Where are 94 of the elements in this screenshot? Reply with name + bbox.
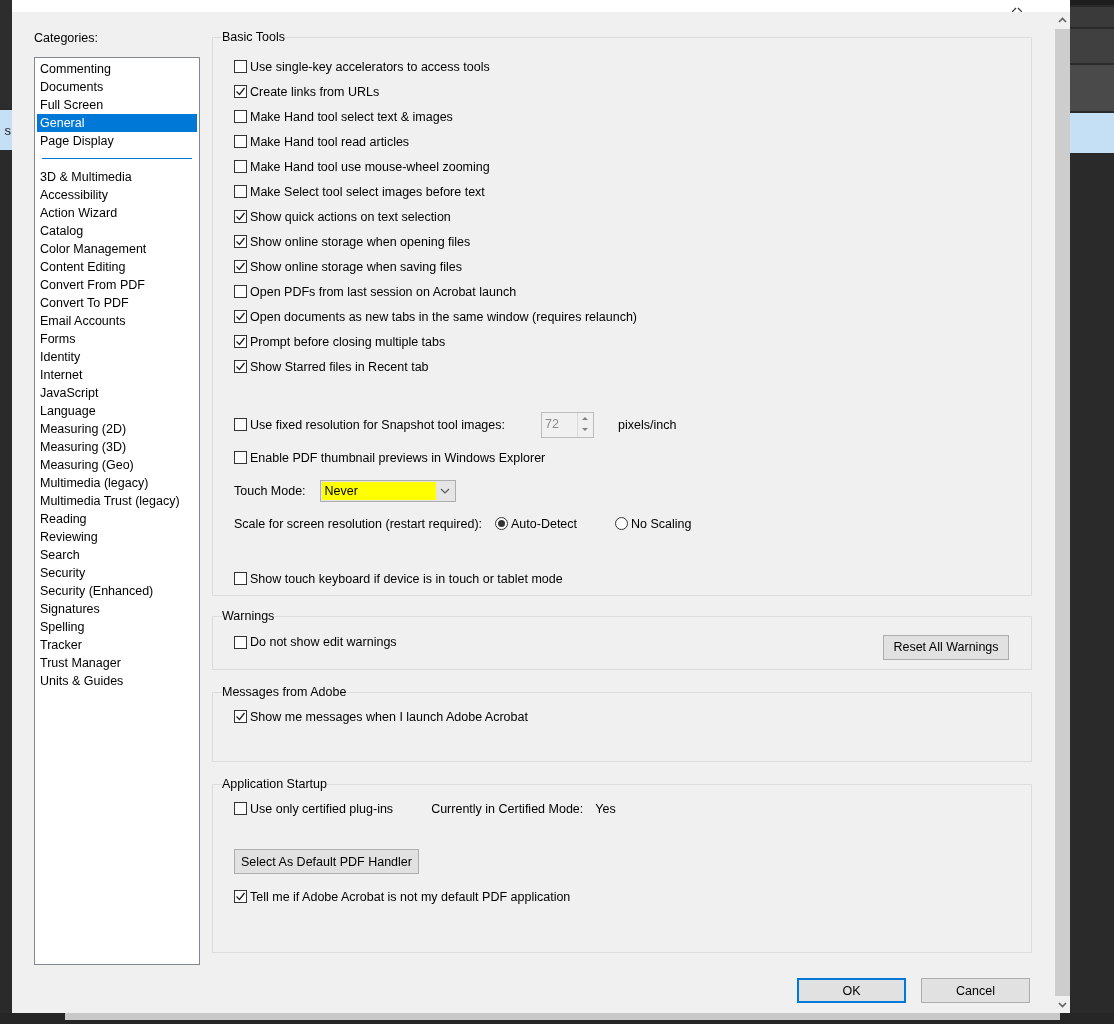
categories-label: Categories: bbox=[34, 31, 99, 47]
touch-mode-label: Touch Mode: bbox=[234, 483, 306, 498]
category-item[interactable]: Email Accounts bbox=[37, 312, 197, 330]
checkbox[interactable] bbox=[234, 135, 247, 148]
checkbox-label: Make Hand tool read articles bbox=[250, 134, 410, 149]
cancel-button[interactable]: Cancel bbox=[921, 978, 1030, 1003]
category-item[interactable]: Full Screen bbox=[37, 96, 197, 114]
category-item[interactable]: Measuring (Geo) bbox=[37, 456, 197, 474]
checkbox-label: Enable PDF thumbnail previews in Windows Explorer bbox=[250, 450, 546, 465]
checkbox-label: Make Hand tool use mouse-wheel zooming bbox=[250, 159, 490, 174]
checkbox-label: Make Select tool select images before text bbox=[250, 184, 485, 199]
reset-warnings-button[interactable]: Reset All Warnings bbox=[883, 634, 1009, 660]
category-item[interactable]: Forms bbox=[37, 330, 197, 348]
checkbox-label: Make Hand tool select text & images bbox=[250, 109, 453, 124]
group-title: Warnings bbox=[222, 609, 275, 623]
category-item[interactable]: Trust Manager bbox=[37, 654, 197, 672]
category-item[interactable]: Search bbox=[37, 546, 197, 564]
certified-mode-label: Currently in Certified Mode: bbox=[431, 801, 584, 816]
unit-label: pixels/inch bbox=[618, 417, 677, 432]
category-item[interactable]: Units & Guides bbox=[37, 672, 197, 690]
certified-mode-value: Yes bbox=[595, 801, 616, 816]
checkbox[interactable] bbox=[234, 802, 247, 815]
radio-button[interactable] bbox=[495, 517, 509, 530]
checkbox[interactable] bbox=[234, 235, 247, 248]
checkbox-label: Open documents as new tabs in the same window (requires relaunch) bbox=[250, 309, 637, 324]
category-item[interactable]: Documents bbox=[37, 78, 197, 96]
checkbox[interactable] bbox=[234, 335, 247, 348]
category-item[interactable]: Multimedia (legacy) bbox=[37, 474, 197, 492]
checkbox-label: Do not show edit warnings bbox=[250, 635, 397, 649]
checkbox-label: Use only certified plug-ins bbox=[250, 801, 394, 816]
category-item[interactable]: Page Display bbox=[37, 132, 197, 150]
category-item[interactable]: Accessibility bbox=[37, 186, 197, 204]
group-title: Basic Tools bbox=[222, 30, 285, 44]
category-item[interactable]: General bbox=[37, 114, 197, 132]
category-item[interactable]: Language bbox=[37, 402, 197, 420]
checkbox[interactable] bbox=[234, 110, 247, 123]
checkbox[interactable] bbox=[234, 360, 247, 373]
checkbox[interactable] bbox=[234, 572, 247, 585]
category-item[interactable]: Identity bbox=[37, 348, 197, 366]
category-item[interactable]: Signatures bbox=[37, 600, 197, 618]
checkbox-label: Show touch keyboard if device is in touch or tablet mode bbox=[250, 571, 563, 586]
checkbox[interactable] bbox=[234, 310, 247, 323]
category-item[interactable]: Security bbox=[37, 564, 197, 582]
checkbox-label: Open PDFs from last session on Acrobat launch bbox=[250, 284, 517, 299]
scale-label: Scale for screen resolution (restart required): bbox=[234, 516, 483, 531]
category-item[interactable]: Reviewing bbox=[37, 528, 197, 546]
touch-mode-dropdown[interactable]: Never bbox=[319, 479, 456, 502]
category-item[interactable]: Convert To PDF bbox=[37, 294, 197, 312]
category-item[interactable]: 3D & Multimedia bbox=[37, 168, 197, 186]
checkbox-label: Prompt before closing multiple tabs bbox=[250, 334, 446, 349]
checkbox[interactable] bbox=[234, 710, 247, 723]
checkbox[interactable] bbox=[234, 85, 247, 98]
checkbox[interactable] bbox=[234, 210, 247, 223]
checkbox[interactable] bbox=[234, 890, 247, 903]
category-item[interactable]: Commenting bbox=[37, 60, 197, 78]
category-item[interactable]: JavaScript bbox=[37, 384, 197, 402]
checkbox-label: Show online storage when opening files bbox=[250, 234, 471, 249]
checkbox-label: Use single-key accelerators to access tools bbox=[250, 59, 490, 74]
checkbox-label: Show online storage when saving files bbox=[250, 259, 462, 274]
checkbox[interactable] bbox=[234, 60, 247, 73]
category-item[interactable]: Measuring (2D) bbox=[37, 420, 197, 438]
category-item[interactable]: Content Editing bbox=[37, 258, 197, 276]
category-item[interactable]: Measuring (3D) bbox=[37, 438, 197, 456]
checkbox-label: Use fixed resolution for Snapshot tool images: bbox=[250, 417, 505, 432]
category-item[interactable]: Reading bbox=[37, 510, 197, 528]
category-item[interactable]: Multimedia Trust (legacy) bbox=[37, 492, 197, 510]
checkbox-label: Tell me if Adobe Acrobat is not my default PDF application bbox=[250, 889, 571, 904]
checkbox[interactable] bbox=[234, 635, 247, 649]
group-title: Application Startup bbox=[222, 777, 327, 791]
category-item[interactable]: Internet bbox=[37, 366, 197, 384]
checkbox-label: Show quick actions on text selection bbox=[250, 209, 451, 224]
checkbox-label: Create links from URLs bbox=[250, 84, 380, 99]
category-item[interactable]: Color Management bbox=[37, 240, 197, 258]
checkbox-label: Show Starred files in Recent tab bbox=[250, 359, 429, 374]
radio-button[interactable] bbox=[615, 517, 629, 530]
category-item[interactable]: Catalog bbox=[37, 222, 197, 240]
checkbox[interactable] bbox=[234, 160, 247, 173]
category-item[interactable]: Convert From PDF bbox=[37, 276, 197, 294]
category-item[interactable]: Security (Enhanced) bbox=[37, 582, 197, 600]
checkbox[interactable] bbox=[234, 451, 247, 464]
checkbox[interactable] bbox=[234, 185, 247, 198]
default-handler-button[interactable]: Select As Default PDF Handler bbox=[234, 849, 419, 874]
close-icon[interactable] bbox=[1012, 6, 1022, 12]
category-item[interactable]: Tracker bbox=[37, 636, 197, 654]
checkbox-label: Show me messages when I launch Adobe Acrobat bbox=[250, 709, 528, 724]
checkbox[interactable] bbox=[234, 285, 247, 298]
ok-button[interactable]: OK bbox=[797, 978, 906, 1003]
group-title: Messages from Adobe bbox=[222, 685, 347, 699]
radio-label: No Scaling bbox=[631, 516, 692, 531]
background-tab-label: s bbox=[4, 122, 12, 138]
category-item[interactable]: Action Wizard bbox=[37, 204, 197, 222]
category-item[interactable]: Spelling bbox=[37, 618, 197, 636]
radio-label: Auto-Detect bbox=[511, 516, 578, 531]
checkbox[interactable] bbox=[234, 260, 247, 273]
